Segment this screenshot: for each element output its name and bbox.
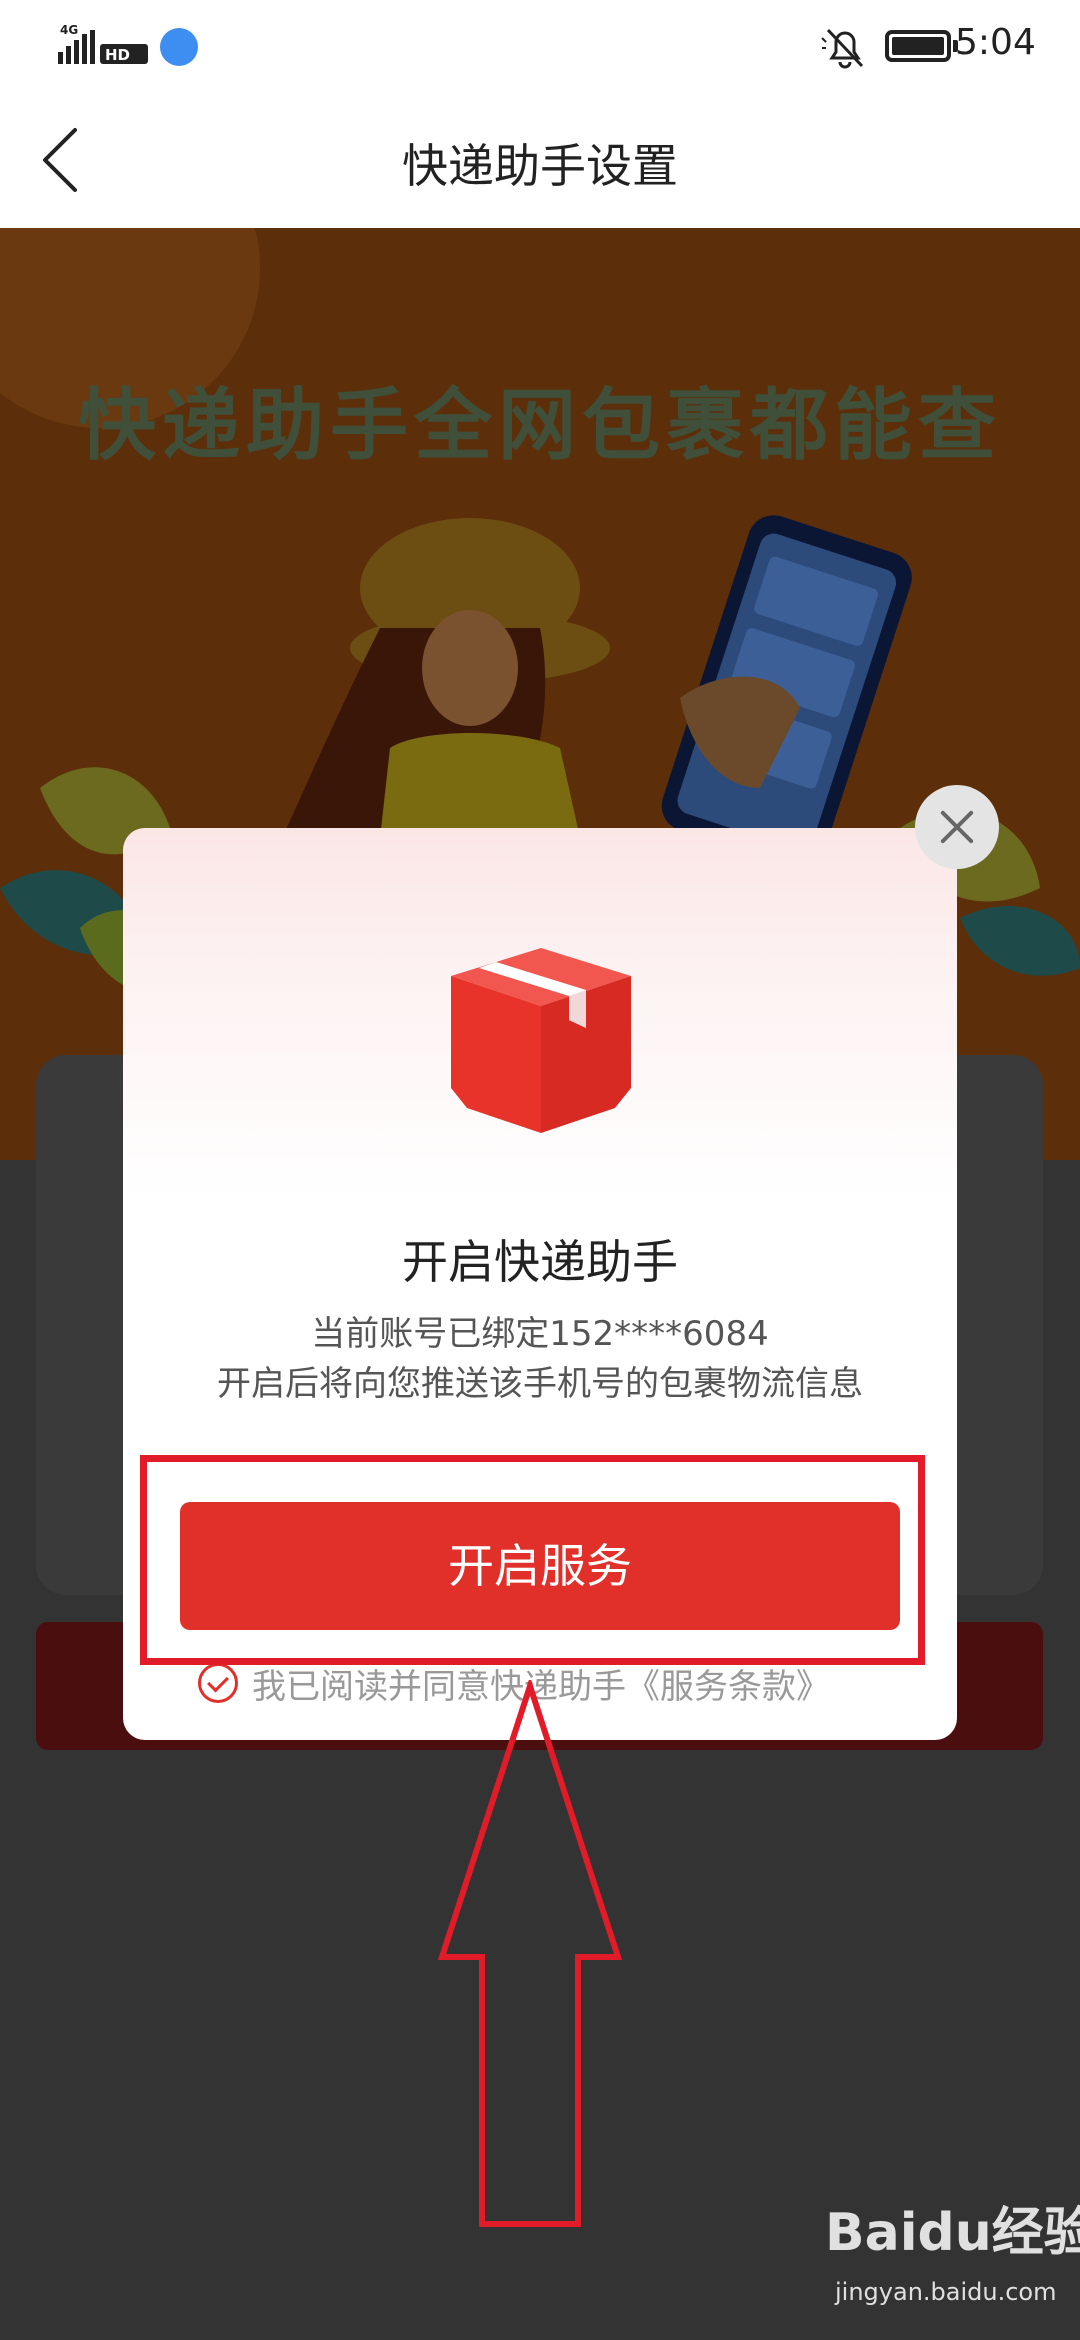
- watermark-logo: Baidu经验: [825, 2203, 1080, 2263]
- mute-bell-icon: [821, 28, 864, 69]
- watermark-url: jingyan.baidu.com: [835, 2278, 1057, 2306]
- signal-icon: 4G HD: [58, 23, 148, 64]
- title-bar: 快递助手设置: [0, 90, 1080, 228]
- status-time: 5:04: [955, 22, 1036, 63]
- checkmark-circle-icon[interactable]: [198, 1663, 238, 1703]
- package-icon: [451, 948, 631, 1133]
- dialog-title: 开启快递助手: [402, 1235, 678, 1289]
- page-title: 快递助手设置: [402, 139, 678, 193]
- annotation-highlight-box: [140, 1455, 925, 1665]
- push-description-text: 开启后将向您推送该手机号的包裹物流信息: [217, 1364, 863, 1404]
- status-bar: 4G HD 5:04: [0, 0, 1080, 90]
- annotation-up-arrow-icon: [437, 1680, 623, 2227]
- battery-icon: [885, 30, 958, 62]
- hd-label: HD: [105, 46, 130, 64]
- bound-account-text: 当前账号已绑定152****6084: [311, 1314, 769, 1354]
- baidu-jingyan-watermark: Baidu经验 jingyan.baidu.com: [825, 2160, 1080, 2330]
- close-button[interactable]: [915, 785, 999, 869]
- settings-icon: [160, 28, 198, 66]
- network-label: 4G: [60, 23, 78, 37]
